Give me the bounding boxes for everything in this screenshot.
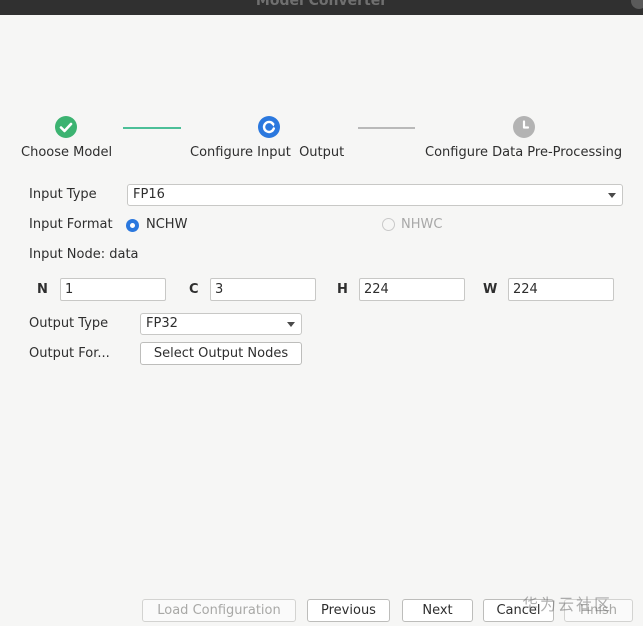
input-type-dropdown[interactable]: FP16 [127, 184, 623, 206]
input-format-label: Input Format [29, 217, 113, 232]
dim-w-label: W [483, 282, 498, 297]
input-node-label: Input Node: data [29, 247, 139, 262]
dim-c-input[interactable]: 3 [210, 278, 316, 301]
radio-nchw-label[interactable]: NCHW [146, 217, 187, 232]
previous-button[interactable]: Previous [307, 599, 390, 622]
step-connector-done [123, 127, 181, 129]
output-type-label: Output Type [29, 316, 109, 331]
dim-h-input[interactable]: 224 [359, 278, 465, 301]
step-label-configure-preprocessing: Configure Data Pre-Processing [425, 145, 623, 160]
window-title: Model Converter [255, 0, 388, 9]
dim-h-label: H [337, 282, 348, 297]
watermark: 华为云社区 [522, 595, 613, 614]
output-format-label: Output For... [29, 346, 110, 361]
output-type-dropdown[interactable]: FP32 [140, 313, 302, 335]
next-button[interactable]: Next [402, 599, 473, 622]
input-type-value: FP16 [133, 187, 165, 202]
window-titlebar: Model Converter [0, 0, 643, 15]
dim-c-label: C [189, 282, 199, 297]
radio-nhwc-label[interactable]: NHWC [401, 217, 442, 232]
check-icon [55, 116, 77, 138]
chevron-down-icon [608, 193, 616, 198]
refresh-icon [258, 116, 280, 138]
radio-nhwc[interactable] [382, 218, 395, 231]
step-label-choose-model: Choose Model [21, 145, 113, 160]
dim-n-input[interactable]: 1 [60, 278, 166, 301]
dim-n-label: N [37, 282, 48, 297]
load-configuration-button[interactable]: Load Configuration [142, 599, 296, 622]
step-label-configure-input-output: Configure Input Output [190, 145, 345, 160]
step-connector-pending [358, 127, 415, 129]
clock-icon [513, 116, 535, 138]
chevron-down-icon [287, 322, 295, 327]
select-output-nodes-button[interactable]: Select Output Nodes [140, 342, 302, 365]
input-type-label: Input Type [29, 187, 97, 202]
radio-nchw[interactable] [126, 219, 139, 232]
output-type-value: FP32 [146, 316, 178, 331]
dim-w-input[interactable]: 224 [508, 278, 614, 301]
